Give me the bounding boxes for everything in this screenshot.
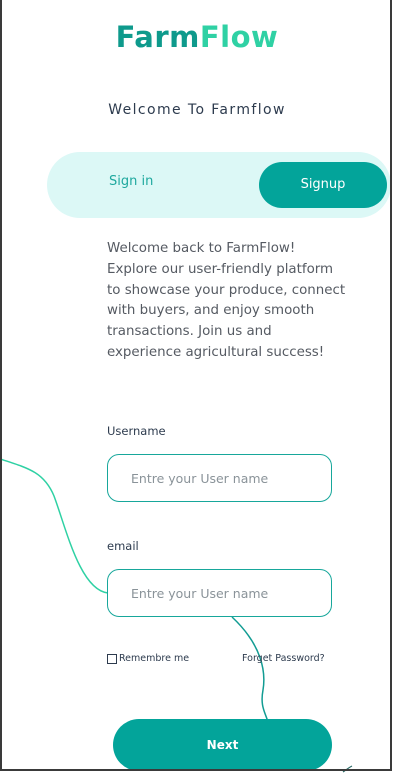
forgot-password-link[interactable]: Forget Password? [242, 653, 325, 664]
logo-farm-text: Farm [115, 20, 200, 54]
username-input[interactable] [107, 454, 332, 502]
intro-paragraph: Welcome back to FarmFlow! Explore our us… [107, 241, 346, 360]
auth-mode-toggle: Sign in Signup [47, 152, 391, 218]
email-input[interactable] [107, 569, 332, 617]
remember-me-label: Remembre me [119, 653, 190, 664]
email-label: email [107, 539, 139, 553]
tab-sign-in[interactable]: Sign in [109, 174, 153, 189]
remember-me-checkbox[interactable] [107, 653, 117, 664]
next-button[interactable]: Next [113, 719, 332, 771]
remember-me-option: Remembre me [107, 653, 189, 664]
logo-flow-text: Flow [199, 20, 279, 54]
tab-signup[interactable]: Signup [259, 162, 387, 208]
page-title: Welcome To Farmflow [108, 102, 286, 118]
app-logo: FarmFlow [0, 20, 394, 54]
username-label: Username [107, 424, 166, 438]
